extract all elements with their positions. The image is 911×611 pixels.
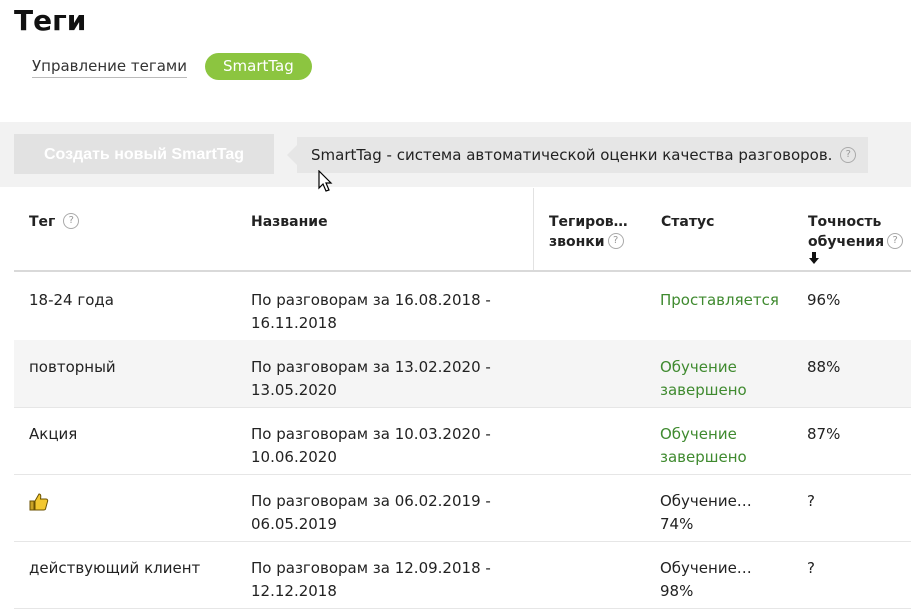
table-row[interactable]: повторный По разговорам за 13.02.2020 - … (14, 340, 911, 408)
column-header-accuracy[interactable]: Точность обучения? (808, 212, 904, 264)
column-divider (533, 188, 534, 272)
create-smarttag-button[interactable]: Создать новый SmartTag (14, 134, 274, 174)
tag-cell: действующий клиент (29, 559, 201, 577)
column-header-name[interactable]: Название (251, 212, 328, 232)
accuracy-cell: ? (807, 559, 815, 577)
thumbs-up-icon (29, 493, 49, 511)
table-row[interactable]: По разговорам за 06.02.2019 - 06.05.2019… (14, 474, 911, 542)
help-icon[interactable]: ? (887, 233, 904, 249)
header-divider (14, 270, 911, 272)
table-row[interactable]: действующий клиент По разговорам за 12.0… (14, 541, 911, 609)
accuracy-cell: 87% (807, 425, 841, 443)
table-row[interactable]: Акция По разговорам за 10.03.2020 - 10.0… (14, 407, 911, 475)
mouse-pointer-icon (318, 170, 333, 192)
accuracy-cell: 96% (807, 291, 841, 309)
status-cell: Обучение завершено (660, 425, 747, 466)
manage-tags-link[interactable]: Управление тегами (32, 57, 187, 78)
name-cell: По разговорам за 12.09.2018 - 12.12.2018 (251, 559, 491, 600)
help-icon[interactable]: ? (63, 213, 80, 229)
tag-cell: 18-24 года (29, 291, 114, 309)
tag-cell: повторный (29, 358, 116, 376)
status-cell: Обучение… 74% (660, 492, 752, 533)
page-title: Теги (14, 4, 87, 37)
status-cell: Обучение завершено (660, 358, 747, 399)
help-icon[interactable]: ? (840, 146, 857, 163)
accuracy-cell: 88% (807, 358, 841, 376)
info-text: SmartTag - система автоматической оценки… (311, 146, 833, 164)
name-cell: По разговорам за 06.02.2019 - 06.05.2019 (251, 492, 491, 533)
name-cell: По разговорам за 10.03.2020 - 10.06.2020 (251, 425, 491, 466)
name-cell: По разговорам за 16.08.2018 - 16.11.2018 (251, 291, 491, 332)
column-header-tagged-calls[interactable]: Тегиров… звонки? (549, 212, 628, 252)
column-header-tag[interactable]: Тег ? (29, 212, 80, 232)
tag-cell: Акция (29, 425, 78, 443)
table-row[interactable]: 18-24 года По разговорам за 16.08.2018 -… (14, 273, 911, 341)
status-cell: Проставляется (660, 291, 779, 309)
smarttag-tab[interactable]: SmartTag (205, 53, 312, 80)
status-cell: Обучение… 98% (660, 559, 752, 600)
help-icon[interactable]: ? (607, 233, 624, 249)
column-header-status[interactable]: Статус (661, 212, 714, 232)
name-cell: По разговорам за 13.02.2020 - 13.05.2020 (251, 358, 491, 399)
arrow-down-icon (809, 252, 819, 264)
info-tooltip: SmartTag - система автоматической оценки… (286, 137, 869, 173)
accuracy-cell: ? (807, 492, 815, 510)
